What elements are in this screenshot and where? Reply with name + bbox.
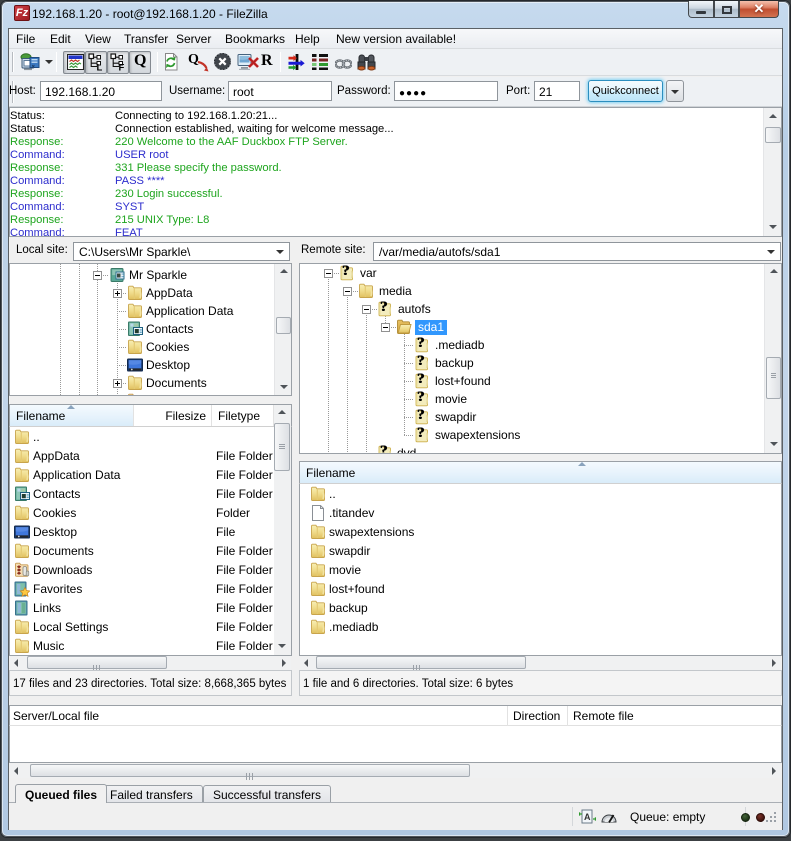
svg-text:L: L [97, 63, 103, 72]
svg-text:A: A [584, 812, 591, 822]
svg-text:F: F [119, 63, 125, 72]
